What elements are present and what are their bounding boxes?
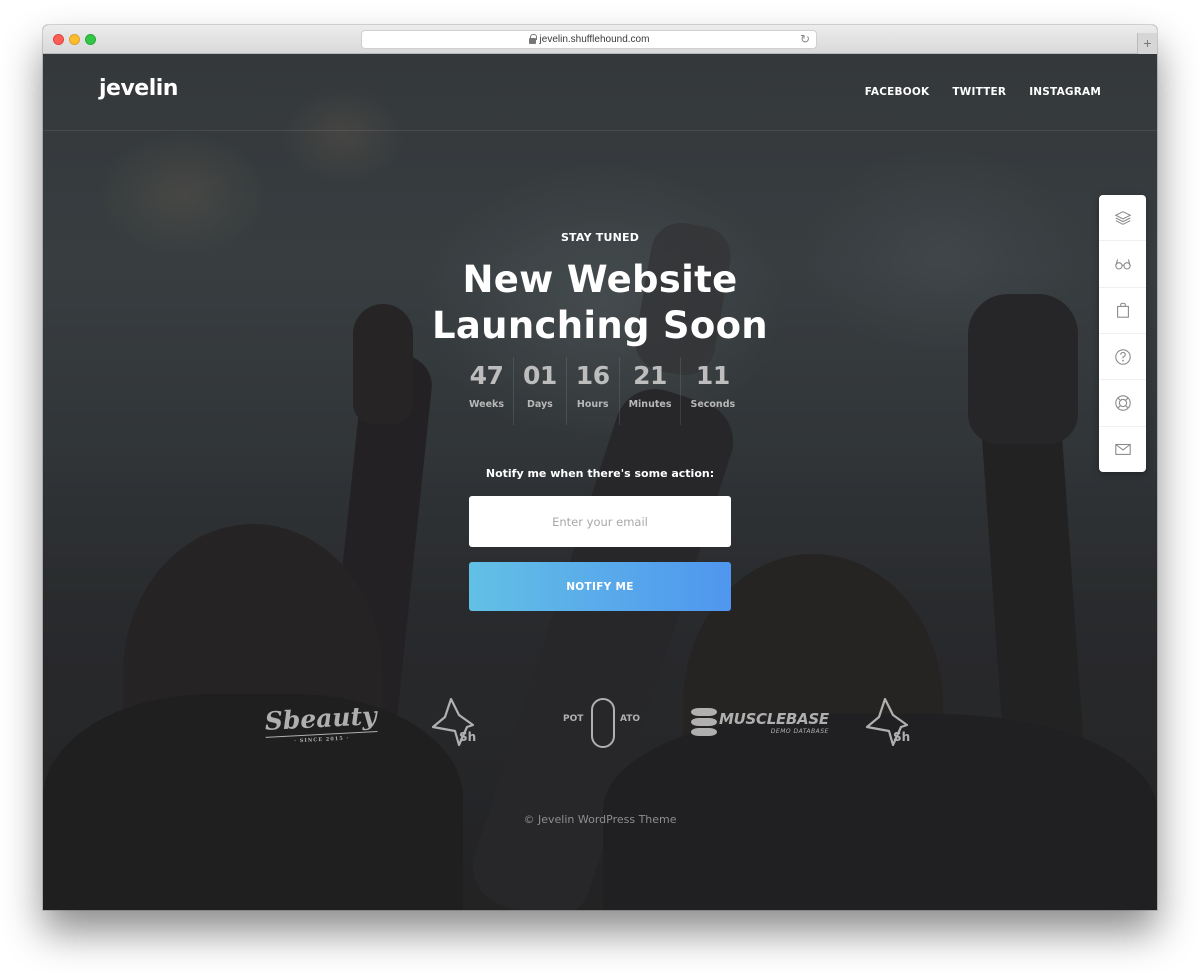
countdown-seconds: 11 Seconds <box>681 357 744 425</box>
sh-arrow-icon: Sh <box>431 697 476 747</box>
background-overlay <box>43 54 1157 910</box>
social-nav: FACEBOOK TWITTER INSTAGRAM <box>865 86 1101 98</box>
side-toolbar-support[interactable] <box>1099 380 1146 427</box>
sh-logo: Sh <box>429 697 479 749</box>
countdown-value: 47 <box>469 361 504 390</box>
potato-face-icon <box>591 698 615 748</box>
eyebrow-text: STAY TUNED <box>560 231 640 244</box>
footer-copyright: © Jevelin WordPress Theme <box>523 813 677 826</box>
countdown-label: Minutes <box>628 399 672 410</box>
countdown-label: Hours <box>576 399 609 410</box>
countdown-days: 01 Days <box>514 357 567 425</box>
potato-left-text: POT <box>563 714 584 724</box>
musclebase-tagline: DEMO DATABASE <box>770 727 829 735</box>
browser-titlebar: jevelin.shufflehound.com ↻ + <box>43 25 1157 54</box>
countdown-minutes: 21 Minutes <box>620 357 682 425</box>
sbeauty-name: Sbeauty <box>264 701 378 736</box>
nav-link-facebook[interactable]: FACEBOOK <box>865 86 930 98</box>
countdown-value: 21 <box>633 361 667 390</box>
database-icon <box>691 708 717 736</box>
new-tab-button[interactable]: + <box>1137 33 1157 54</box>
minimize-window-button[interactable] <box>69 34 80 45</box>
client-logos: Sbeauty · SINCE 2015 · Sh POT ATO MUSCLE… <box>43 694 1157 774</box>
help-icon <box>1114 348 1131 365</box>
nav-link-twitter[interactable]: TWITTER <box>952 86 1006 98</box>
nav-link-instagram[interactable]: INSTAGRAM <box>1029 86 1101 98</box>
title-line-1: New Website <box>462 258 738 301</box>
zoom-window-button[interactable] <box>85 34 96 45</box>
countdown-value: 11 <box>695 361 730 390</box>
email-input[interactable] <box>469 496 731 547</box>
side-toolbar-contact[interactable] <box>1099 427 1146 472</box>
lifebuoy-icon <box>1114 395 1131 411</box>
url-text: jevelin.shufflehound.com <box>539 34 650 45</box>
countdown-weeks: 47 Weeks <box>460 357 514 425</box>
potato-logo: POT ATO <box>551 694 651 754</box>
close-window-button[interactable] <box>53 34 64 45</box>
page-title: New Website Launching Soon <box>43 257 1157 349</box>
sh-logo: Sh <box>863 697 913 749</box>
browser-window: jevelin.shufflehound.com ↻ + jevelin FAC… <box>43 25 1157 910</box>
countdown-label: Weeks <box>469 399 504 410</box>
mail-icon <box>1114 444 1131 456</box>
site-header: jevelin FACEBOOK TWITTER INSTAGRAM <box>43 54 1157 131</box>
sbeauty-logo: Sbeauty · SINCE 2015 · <box>264 701 378 746</box>
page-viewport: jevelin FACEBOOK TWITTER INSTAGRAM STAY … <box>43 54 1157 910</box>
countdown-value: 01 <box>523 361 557 390</box>
address-bar[interactable]: jevelin.shufflehound.com ↻ <box>361 30 817 49</box>
countdown-label: Seconds <box>690 399 736 410</box>
sh-text: Sh <box>893 730 910 744</box>
sh-arrow-icon: Sh <box>865 697 910 747</box>
musclebase-name: MUSCLEBASE <box>719 709 829 728</box>
musclebase-logo: MUSCLEBASE DEMO DATABASE <box>691 708 829 736</box>
countdown-label: Days <box>526 399 553 410</box>
countdown-value: 16 <box>575 361 610 390</box>
lock-icon <box>528 33 537 45</box>
sh-text: Sh <box>459 730 476 744</box>
potato-right-text: ATO <box>620 714 641 724</box>
countdown-timer: 47 Weeks 01 Days 16 Hours 21 Minutes 11 <box>460 357 744 425</box>
notify-me-button[interactable]: NOTIFY ME <box>469 562 731 611</box>
subscribe-label: Notify me when there's some action: <box>485 467 715 480</box>
title-line-2: Launching Soon <box>432 304 768 347</box>
reload-icon[interactable]: ↻ <box>800 32 810 46</box>
layers-icon <box>1114 210 1131 225</box>
countdown-hours: 16 Hours <box>567 357 620 425</box>
site-logo[interactable]: jevelin <box>99 76 178 101</box>
